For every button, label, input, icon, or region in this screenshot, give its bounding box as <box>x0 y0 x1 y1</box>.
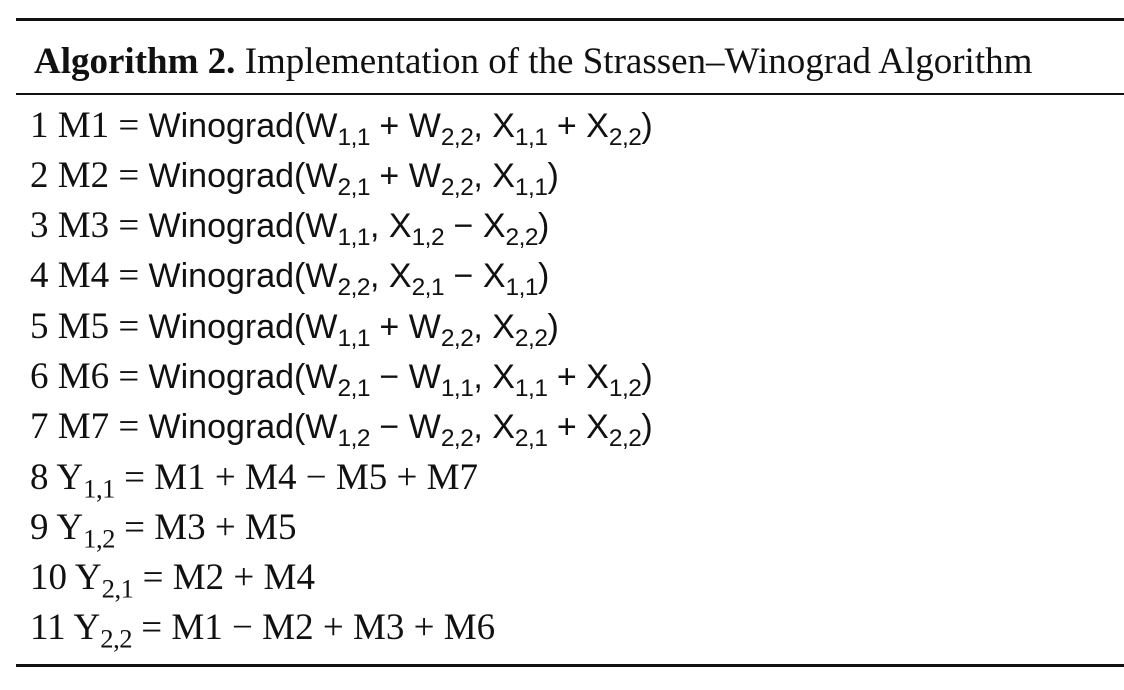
line-equals: = <box>109 255 149 297</box>
algorithm-line-7: 7 M7 = Winograd(W1,2 − W2,2, X2,1 + X2,2… <box>16 402 1124 452</box>
line-lhs: Y2,2 <box>73 607 133 654</box>
line-number: 3 <box>30 205 58 247</box>
line-number: 11 <box>30 607 74 649</box>
line-lhs: M4 <box>57 255 110 297</box>
line-rhs: Winograd(W2,1 + W2,2, X1,1) <box>148 156 559 201</box>
line-number: 1 <box>30 104 58 146</box>
line-number: 7 <box>30 406 58 448</box>
line-number: 6 <box>30 355 58 397</box>
line-rhs: Winograd(W2,1 − W1,1, X1,1 + X1,2) <box>148 357 653 402</box>
algorithm-line-5: 5 M5 = Winograd(W1,1 + W2,2, X2,2) <box>16 302 1124 352</box>
line-lhs: M5 <box>57 305 110 347</box>
line-equals: = <box>133 557 173 599</box>
line-rhs: M2 + M4 <box>172 557 315 599</box>
algorithm-caption: Algorithm 2. Implementation of the Stras… <box>16 21 1124 93</box>
algorithm-box: Algorithm 2. Implementation of the Stras… <box>16 18 1124 667</box>
caption-text: Implementation of the Strassen–Winograd … <box>244 41 1033 82</box>
line-number: 8 <box>30 456 57 498</box>
line-equals: = <box>114 456 155 498</box>
line-equals: = <box>109 205 149 247</box>
line-number: 10 <box>30 557 75 599</box>
line-rhs: Winograd(W2,2, X2,1 − X1,1) <box>148 257 550 302</box>
line-number: 2 <box>30 154 58 196</box>
line-lhs: Y2,1 <box>74 557 134 604</box>
line-lhs: Y1,2 <box>56 506 115 554</box>
line-equals: = <box>109 355 149 397</box>
line-equals: = <box>132 607 172 649</box>
line-number: 4 <box>30 255 58 297</box>
line-lhs: M3 <box>57 205 110 247</box>
line-rhs: Winograd(W1,1 + W2,2, X2,2) <box>148 307 559 352</box>
line-lhs: M6 <box>57 355 110 397</box>
line-lhs: M7 <box>57 406 110 448</box>
line-lhs: Y1,1 <box>56 456 115 504</box>
line-equals: = <box>109 305 149 347</box>
line-lhs: M1 <box>57 104 110 146</box>
algorithm-line-10: 10 Y2,1 = M2 + M4 <box>16 553 1124 603</box>
algorithm-line-9: 9 Y1,2 = M3 + M5 <box>16 503 1124 553</box>
algorithm-line-6: 6 M6 = Winograd(W2,1 − W1,1, X1,1 + X1,2… <box>16 352 1124 402</box>
line-rhs: Winograd(W1,2 − W2,2, X2,1 + X2,2) <box>148 408 653 453</box>
line-equals: = <box>114 506 155 548</box>
line-lhs: M2 <box>57 154 110 196</box>
bottom-rule <box>16 663 1124 667</box>
algorithm-line-11: 11 Y2,2 = M1 − M2 + M3 + M6 <box>16 603 1124 653</box>
caption-label: Algorithm 2. <box>34 41 236 82</box>
algorithm-line-8: 8 Y1,1 = M1 + M4 − M5 + M7 <box>16 453 1124 503</box>
algorithm-line-3: 3 M3 = Winograd(W1,1, X1,2 − X2,2) <box>16 201 1124 251</box>
line-equals: = <box>109 406 149 448</box>
line-rhs: Winograd(W1,1 + W2,2, X1,1 + X2,2) <box>148 106 653 151</box>
line-rhs: M3 + M5 <box>154 506 297 548</box>
line-number: 5 <box>30 305 58 347</box>
line-rhs: M1 + M4 − M5 + M7 <box>154 456 478 498</box>
algorithm-line-4: 4 M4 = Winograd(W2,2, X2,1 − X1,1) <box>16 251 1124 301</box>
algorithm-lines: 1 M1 = Winograd(W1,1 + W2,2, X1,1 + X2,2… <box>16 95 1124 664</box>
line-rhs: M1 − M2 + M3 + M6 <box>171 607 496 649</box>
algorithm-line-2: 2 M2 = Winograd(W2,1 + W2,2, X1,1) <box>16 151 1124 201</box>
algorithm-line-1: 1 M1 = Winograd(W1,1 + W2,2, X1,1 + X2,2… <box>16 101 1124 151</box>
line-equals: = <box>109 154 149 196</box>
line-equals: = <box>109 104 149 146</box>
line-number: 9 <box>30 506 57 548</box>
line-rhs: Winograd(W1,1, X1,2 − X2,2) <box>148 207 550 251</box>
